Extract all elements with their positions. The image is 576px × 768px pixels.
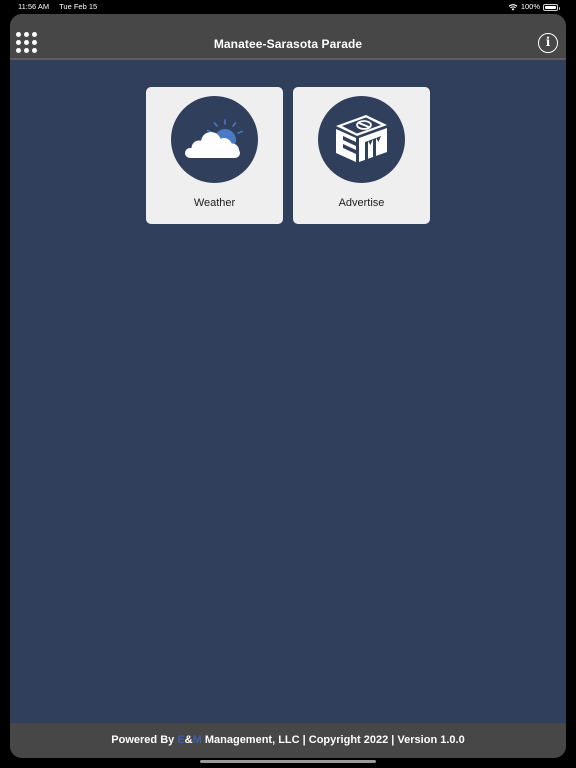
footer-brand-m: M: [192, 734, 202, 746]
info-icon[interactable]: i: [538, 33, 558, 53]
status-right: 100%: [508, 0, 560, 14]
status-time: 11:56 AM: [18, 2, 50, 11]
em-logo-icon: [336, 115, 387, 162]
status-bar: 11:56 AM Tue Feb 15 100%: [0, 0, 576, 14]
footer-prefix: Powered By: [111, 734, 178, 746]
footer-bar: Powered By E&M Management, LLC | Copyrig…: [10, 723, 566, 758]
footer-brand-amp: &: [184, 734, 193, 746]
footer-suffix: Management, LLC | Copyright 2022 | Versi…: [201, 734, 465, 746]
battery-percent: 100%: [520, 2, 540, 11]
advertise-tile[interactable]: Advertise: [293, 87, 430, 224]
weather-circle: [171, 96, 258, 183]
battery-icon: [543, 3, 560, 11]
weather-tile[interactable]: Weather: [146, 87, 283, 224]
advertise-label: Advertise: [338, 197, 385, 209]
footer-text: Powered By E&M Management, LLC | Copyrig…: [10, 734, 566, 746]
home-indicator[interactable]: [200, 760, 376, 763]
app-window: Manatee-Sarasota Parade i Weather Advert…: [10, 14, 566, 758]
advertise-circle: [318, 96, 405, 183]
page-title: Manatee-Sarasota Parade: [213, 37, 363, 51]
status-date: Tue Feb 15: [59, 2, 98, 11]
status-left: 11:56 AM Tue Feb 15: [18, 0, 105, 14]
wifi-icon: [508, 4, 518, 11]
weather-label: Weather: [193, 197, 236, 209]
footer-brand-e: E: [177, 734, 185, 746]
battery-fill: [545, 5, 556, 9]
navigation-bar: Manatee-Sarasota Parade i: [10, 14, 566, 60]
weather-cloud-sun-icon: [185, 119, 243, 158]
